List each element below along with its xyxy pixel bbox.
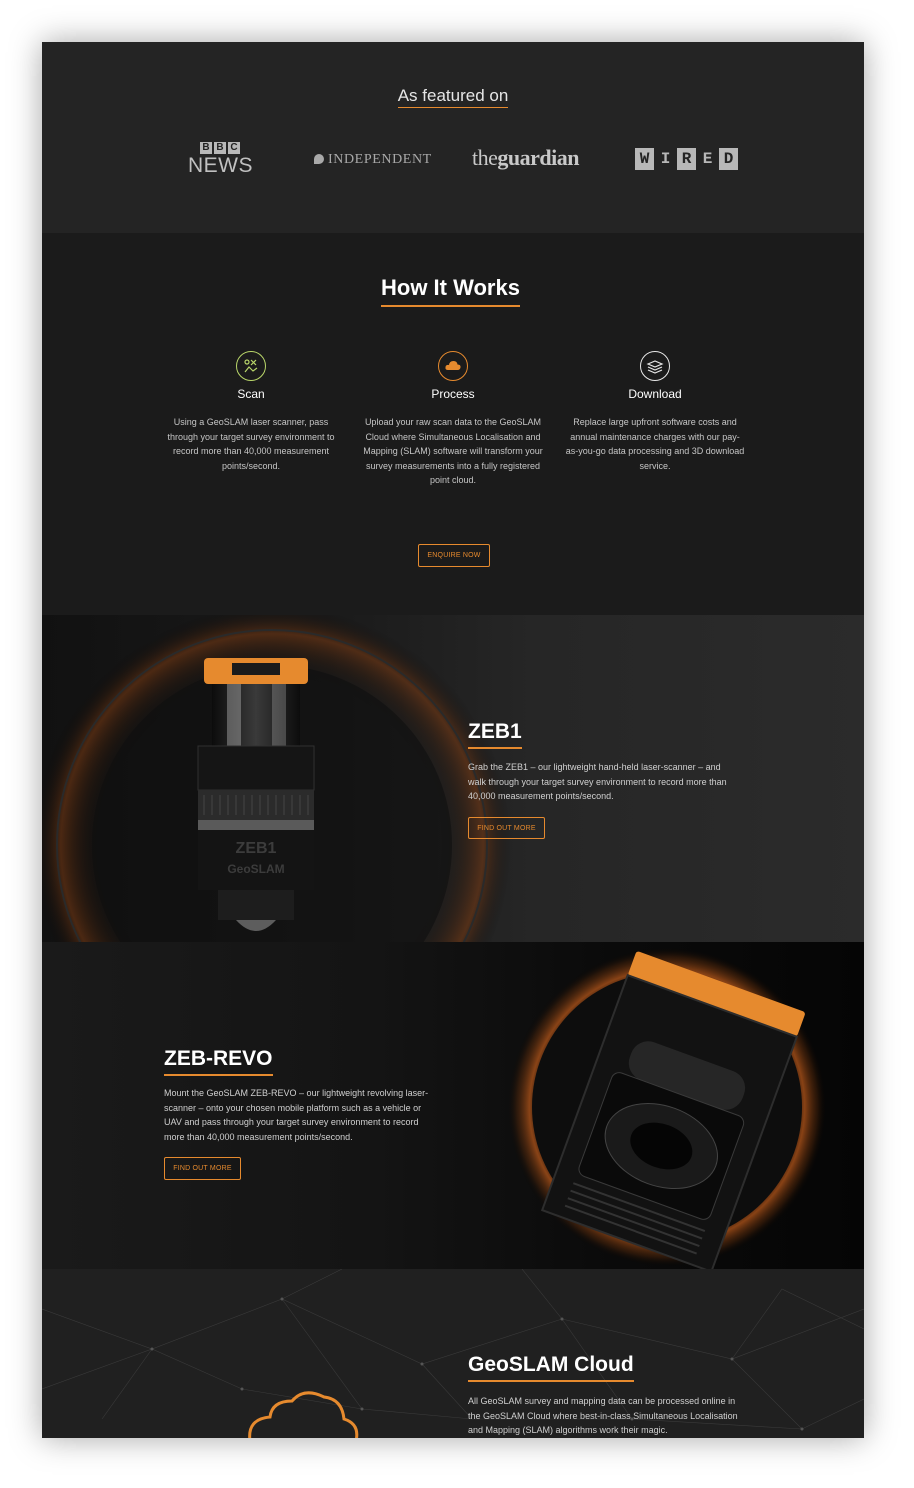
- layers-icon: [640, 351, 670, 381]
- zeb1-description: Grab the ZEB1 – our lightweight hand-hel…: [468, 762, 727, 801]
- guardian-logo[interactable]: theguardian: [472, 145, 579, 171]
- step-process: Process Upload your raw scan data to the…: [363, 351, 543, 488]
- wired-letter-e: E: [702, 150, 713, 168]
- geoslam-cloud-title: GeoSLAM Cloud: [468, 1353, 634, 1382]
- geoslam-cloud-section: GeoSLAM Cloud All GeoSLAM survey and map…: [42, 1269, 864, 1438]
- independent-text: INDEPENDENT: [328, 152, 432, 167]
- zeb-revo-description: Mount the GeoSLAM ZEB-REVO – our lightwe…: [164, 1088, 429, 1142]
- independent-logo[interactable]: INDEPENDENT: [314, 152, 432, 168]
- wired-logo[interactable]: W I R E D: [635, 148, 738, 170]
- wired-letter-r: R: [677, 148, 696, 170]
- guardian-name-text: guardian: [497, 145, 579, 170]
- geoslam-cloud-description: All GeoSLAM survey and mapping data can …: [468, 1396, 738, 1435]
- bbc-letter-b1: B: [200, 142, 212, 154]
- bbc-news-logo[interactable]: B B C NEWS: [188, 142, 253, 178]
- how-it-works-title: How It Works: [381, 275, 520, 307]
- wired-letter-i: I: [660, 150, 671, 168]
- bbc-letter-c: C: [228, 142, 240, 154]
- how-it-works-section: How It Works Scan Using a GeoSLAM laser …: [42, 233, 864, 615]
- zeb-revo-find-out-more-button[interactable]: FIND OUT MORE: [164, 1157, 241, 1180]
- step-scan: Scan Using a GeoSLAM laser scanner, pass…: [161, 351, 341, 473]
- step-process-text: Upload your raw scan data to the GeoSLAM…: [363, 417, 543, 485]
- zeb1-title: ZEB1: [468, 720, 522, 749]
- featured-title: As featured on: [397, 86, 509, 108]
- bbc-news-text: NEWS: [188, 154, 253, 177]
- cloud-icon: [438, 351, 468, 381]
- step-download-text: Replace large upfront software costs and…: [565, 417, 745, 471]
- step-scan-text: Using a GeoSLAM laser scanner, pass thro…: [167, 417, 335, 471]
- zeb1-find-out-more-button[interactable]: FIND OUT MORE: [468, 817, 545, 839]
- page-frame: As featured on B B C NEWS INDEPENDENT th…: [42, 42, 864, 1438]
- wired-letter-d: D: [719, 148, 738, 170]
- zeb1-product-image: ZEB1 GeoSLAM: [42, 615, 512, 942]
- network-background: [42, 1269, 864, 1438]
- zeb-revo-title: ZEB-REVO: [164, 1047, 273, 1076]
- guardian-the-text: the: [472, 145, 498, 170]
- device-label-zeb1: ZEB1: [236, 840, 277, 857]
- step-process-title: Process: [431, 387, 475, 401]
- featured-section: As featured on B B C NEWS INDEPENDENT th…: [42, 42, 864, 233]
- scan-icon: [236, 351, 266, 381]
- wired-letter-w: W: [635, 148, 654, 170]
- independent-eagle-icon: [314, 154, 324, 164]
- enquire-now-button[interactable]: ENQUIRE NOW: [418, 544, 490, 567]
- bbc-letter-b2: B: [214, 142, 226, 154]
- step-download: Download Replace large upfront software …: [565, 351, 745, 473]
- device-label-geoslam: GeoSLAM: [227, 862, 284, 876]
- step-scan-title: Scan: [237, 387, 265, 401]
- zeb1-section: ZEB1 GeoSLAM ZEB1 Grab the ZEB1 – our li…: [42, 615, 864, 942]
- step-download-title: Download: [628, 387, 682, 401]
- cloud-outline-icon: [248, 1391, 359, 1438]
- zeb-revo-section: ZEB-REVO Mount the GeoSLAM ZEB-REVO – ou…: [42, 942, 864, 1269]
